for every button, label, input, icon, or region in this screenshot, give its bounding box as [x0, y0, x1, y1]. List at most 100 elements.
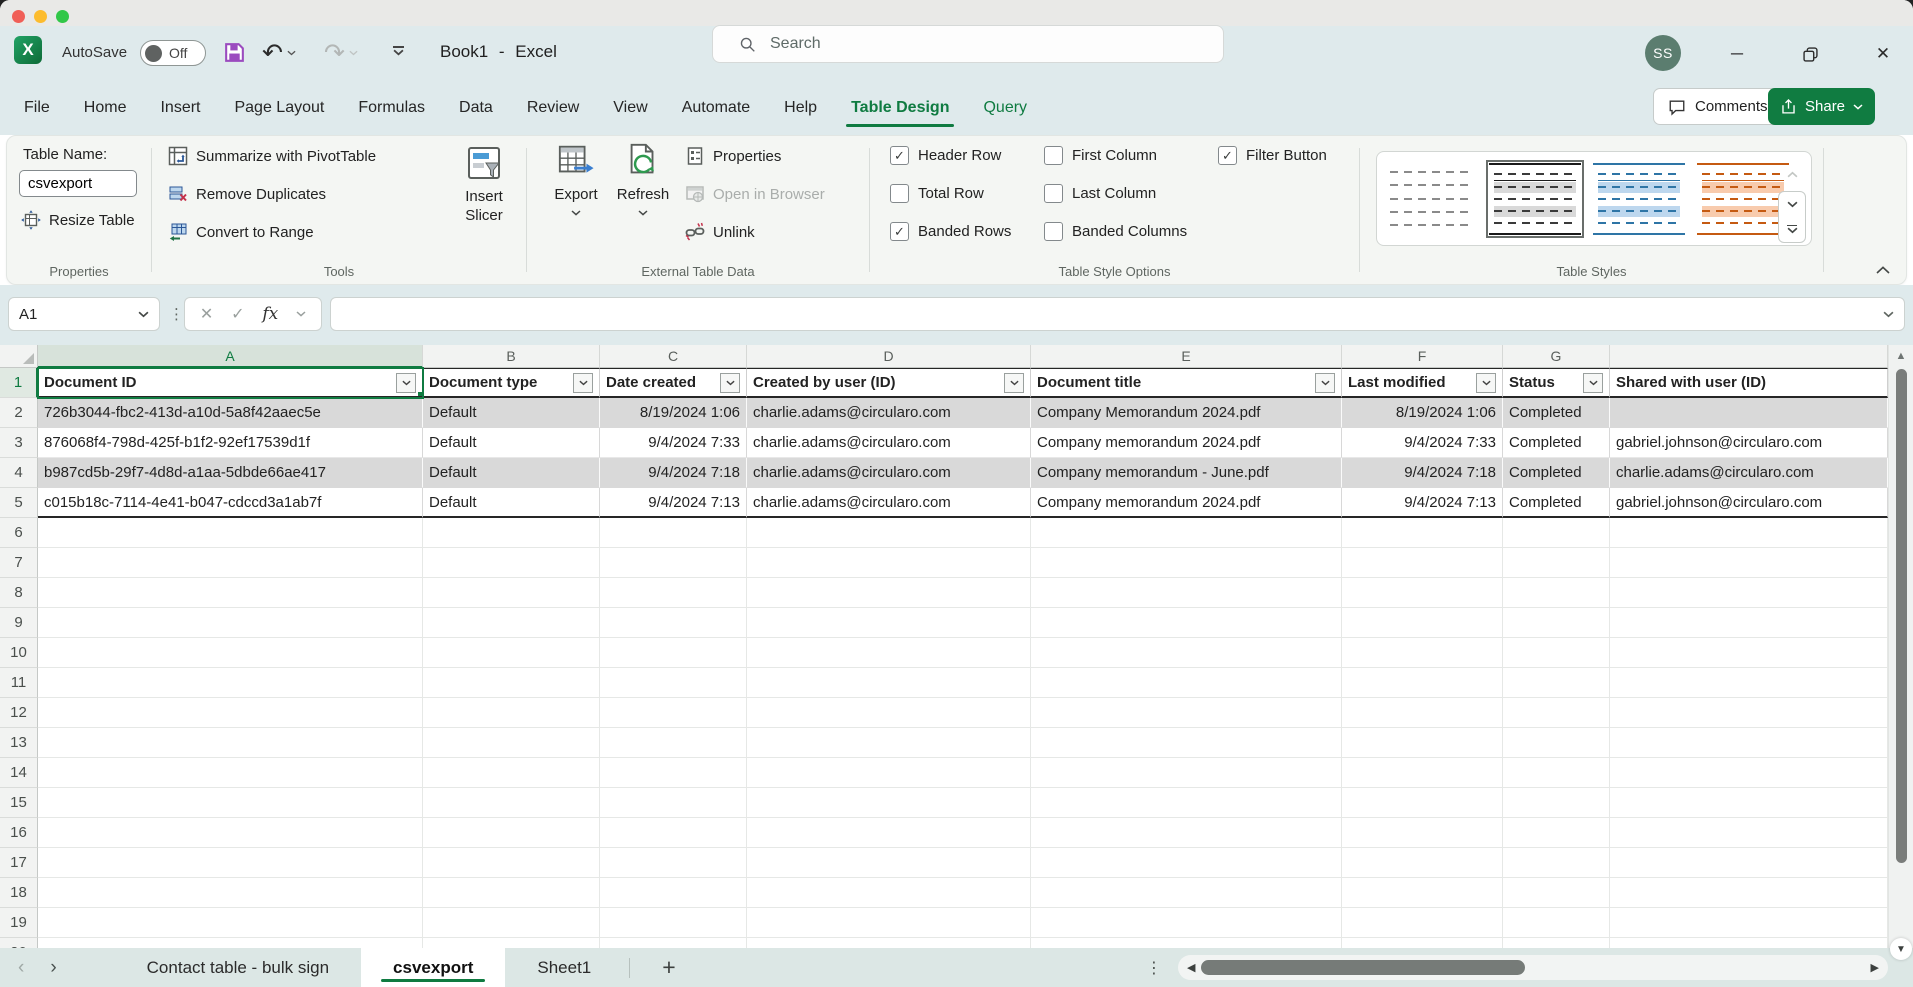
tab-view[interactable]: View [613, 99, 647, 117]
tab-insert[interactable]: Insert [160, 99, 200, 117]
excel-app-icon[interactable]: X [14, 36, 42, 64]
column-header-C[interactable]: C [600, 345, 747, 368]
cell[interactable] [423, 878, 600, 908]
cell[interactable] [1031, 758, 1342, 788]
refresh-button[interactable]: Refresh [611, 142, 675, 216]
cell[interactable]: Default [423, 398, 600, 428]
cell[interactable] [1031, 698, 1342, 728]
cell[interactable]: Default [423, 488, 600, 518]
checkbox-filter-button[interactable]: ✓Filter Button [1218, 146, 1327, 165]
cell[interactable]: 9/4/2024 7:13 [1342, 488, 1503, 518]
sheet-bar-menu-icon[interactable]: ⋮ [1146, 958, 1162, 978]
filter-button[interactable] [1315, 373, 1335, 393]
row-number-1[interactable]: 1 [0, 368, 38, 398]
cell[interactable] [747, 818, 1031, 848]
filter-button[interactable] [396, 373, 416, 393]
cell[interactable] [1342, 638, 1503, 668]
minimize-traffic-light[interactable] [34, 10, 47, 23]
cell[interactable] [423, 638, 600, 668]
tab-formulas[interactable]: Formulas [358, 99, 425, 117]
checkbox-last-column[interactable]: Last Column [1044, 184, 1156, 203]
cell[interactable]: 9/4/2024 7:33 [1342, 428, 1503, 458]
undo-button[interactable]: ↶ [262, 38, 296, 67]
cell[interactable] [1503, 908, 1610, 938]
scroll-down-arrow-icon[interactable]: ▼ [1890, 938, 1912, 960]
undo-dropdown-chevron-icon[interactable] [287, 50, 296, 56]
cell[interactable] [1342, 878, 1503, 908]
filter-button[interactable] [1583, 373, 1603, 393]
summarize-with-pivottable-button[interactable]: Summarize with PivotTable [168, 146, 376, 166]
cell[interactable] [38, 638, 423, 668]
cell[interactable] [1610, 398, 1888, 428]
cell[interactable] [38, 578, 423, 608]
tab-table-design[interactable]: Table Design [851, 99, 949, 117]
close-traffic-light[interactable] [12, 10, 25, 23]
cell[interactable] [38, 728, 423, 758]
cell[interactable] [1342, 938, 1503, 948]
cell[interactable]: charlie.adams@circularo.com [747, 488, 1031, 518]
cell[interactable] [1342, 518, 1503, 548]
name-box[interactable]: A1 [8, 297, 160, 331]
table-style-gray-banded[interactable] [1489, 163, 1581, 235]
cell[interactable] [423, 668, 600, 698]
column-header-A[interactable]: A [38, 345, 423, 368]
cell[interactable]: Completed [1503, 398, 1610, 428]
column-header-G[interactable]: G [1503, 345, 1610, 368]
cell[interactable] [1610, 848, 1888, 878]
cell[interactable] [1610, 518, 1888, 548]
gallery-more-styles-button[interactable] [1779, 217, 1805, 242]
cell[interactable] [1031, 578, 1342, 608]
cell[interactable] [38, 848, 423, 878]
cell[interactable] [423, 758, 600, 788]
cell[interactable]: gabriel.johnson@circularo.com [1610, 488, 1888, 518]
table-style-blue-banded[interactable] [1593, 163, 1685, 235]
checkbox-header-row[interactable]: ✓Header Row [890, 146, 1001, 165]
cell[interactable] [600, 638, 747, 668]
zoom-traffic-light[interactable] [56, 10, 69, 23]
cell[interactable]: Completed [1503, 428, 1610, 458]
cell[interactable] [1031, 908, 1342, 938]
scroll-left-arrow-icon[interactable]: ◀ [1187, 961, 1195, 974]
cell[interactable] [1503, 668, 1610, 698]
cell[interactable]: charlie.adams@circularo.com [747, 428, 1031, 458]
header-cell-shared-with-user-id[interactable]: Shared with user (ID) [1610, 368, 1888, 398]
cell[interactable] [747, 908, 1031, 938]
cell[interactable] [600, 908, 747, 938]
row-number-2[interactable]: 2 [0, 398, 38, 428]
filter-button[interactable] [573, 373, 593, 393]
restore-button[interactable] [1795, 40, 1825, 68]
cell[interactable] [423, 698, 600, 728]
search-box[interactable] [712, 25, 1224, 63]
row-number-17[interactable]: 17 [0, 848, 38, 878]
header-cell-last-modified[interactable]: Last modified [1342, 368, 1503, 398]
formula-input[interactable] [330, 297, 1905, 331]
cell[interactable]: 9/4/2024 7:33 [600, 428, 747, 458]
cell[interactable] [747, 728, 1031, 758]
cell[interactable]: Company memorandum 2024.pdf [1031, 488, 1342, 518]
cell[interactable] [1503, 788, 1610, 818]
checkbox-banded-rows[interactable]: ✓Banded Rows [890, 222, 1011, 241]
table-style-plain[interactable] [1385, 163, 1477, 235]
cell[interactable] [1610, 548, 1888, 578]
tab-query[interactable]: Query [983, 99, 1027, 117]
cell[interactable] [1503, 608, 1610, 638]
cell[interactable] [38, 668, 423, 698]
cell[interactable] [38, 548, 423, 578]
expand-formula-bar-chevron-icon[interactable] [1883, 311, 1894, 318]
cell[interactable] [1342, 818, 1503, 848]
row-number-6[interactable]: 6 [0, 518, 38, 548]
row-number-15[interactable]: 15 [0, 788, 38, 818]
horizontal-scrollbar[interactable]: ◀ ▶ [1178, 955, 1888, 980]
insert-function-button[interactable]: fx [262, 304, 278, 324]
cell[interactable] [600, 758, 747, 788]
cell[interactable] [747, 698, 1031, 728]
save-button[interactable] [222, 40, 247, 65]
cell[interactable]: charlie.adams@circularo.com [747, 458, 1031, 488]
cell[interactable]: gabriel.johnson@circularo.com [1610, 428, 1888, 458]
cell[interactable] [747, 848, 1031, 878]
cell[interactable] [600, 668, 747, 698]
cell[interactable] [1031, 938, 1342, 948]
minimize-button[interactable]: ─ [1722, 40, 1752, 68]
autosave-toggle[interactable]: Off [140, 40, 206, 66]
collapse-ribbon-button[interactable] [1876, 266, 1890, 274]
